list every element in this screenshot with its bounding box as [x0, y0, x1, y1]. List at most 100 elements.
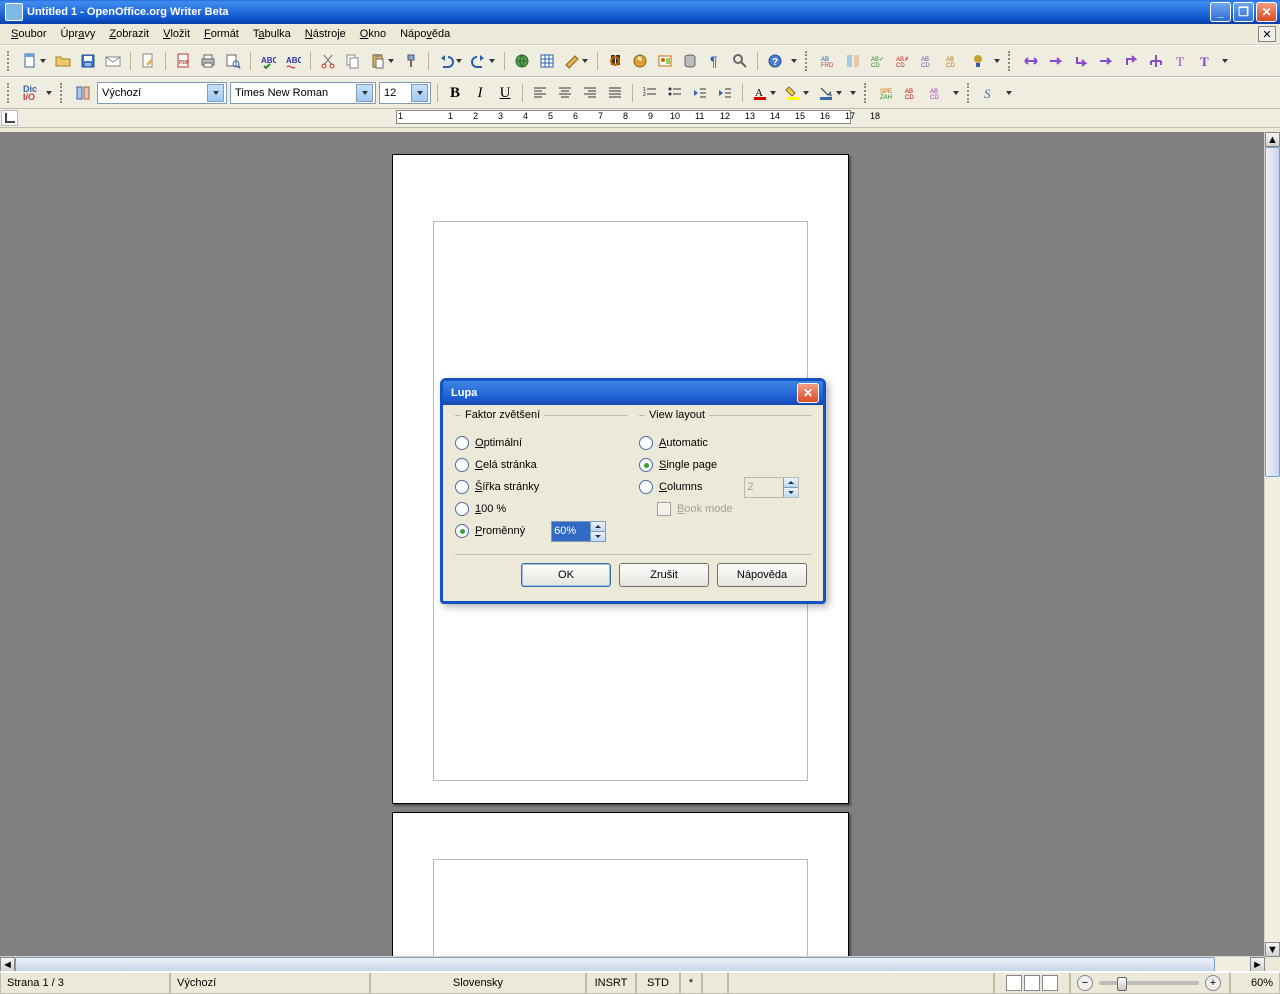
toolbar-overflow-5[interactable] [848, 82, 858, 104]
close-button[interactable]: ✕ [1256, 2, 1277, 22]
status-modified[interactable]: * [680, 972, 702, 994]
ext-arrow-down-right-icon[interactable] [1070, 50, 1092, 72]
zoom-slider-track[interactable] [1099, 981, 1199, 985]
email-button[interactable] [102, 50, 124, 72]
view-single-icon[interactable] [1006, 975, 1022, 991]
find-button[interactable] [604, 50, 626, 72]
ext-find-replace-icon[interactable]: ABFRD [817, 50, 839, 72]
number-list-button[interactable]: 12 [639, 82, 661, 104]
scroll-right-button[interactable]: ► [1250, 957, 1265, 972]
ext-spe-icon[interactable]: SPEZAH [876, 82, 898, 104]
dialog-ok-button[interactable]: OK [521, 563, 611, 587]
ext-record-changes-icon[interactable] [967, 50, 989, 72]
vscroll-thumb[interactable] [1265, 147, 1280, 477]
print-preview-button[interactable] [222, 50, 244, 72]
ext-arrow-both-icon[interactable] [1020, 50, 1042, 72]
variable-zoom-spinner[interactable] [551, 521, 606, 542]
ext-compare-icon[interactable]: ABCD [917, 50, 939, 72]
scroll-down-button[interactable]: ▼ [1265, 942, 1280, 957]
hyperlink-button[interactable] [511, 50, 533, 72]
cut-button[interactable] [317, 50, 339, 72]
italic-button[interactable]: I [469, 82, 491, 104]
increase-indent-button[interactable] [714, 82, 736, 104]
menu-insert[interactable]: Vložit [156, 26, 197, 42]
ext-abcd-2-icon[interactable]: ABCD [926, 82, 948, 104]
underline-button[interactable]: U [494, 82, 516, 104]
ext-script-icon[interactable]: S [979, 82, 1001, 104]
nonprinting-button[interactable]: ¶ [704, 50, 726, 72]
ext-abcd-icon[interactable]: ABCD [901, 82, 923, 104]
dialog-titlebar[interactable]: Lupa ✕ [443, 381, 823, 405]
font-name-combo[interactable]: Times New Roman [230, 82, 376, 104]
justify-button[interactable] [604, 82, 626, 104]
zoom-button[interactable] [729, 50, 751, 72]
toolbar-overflow-3[interactable] [1220, 50, 1230, 72]
paste-button[interactable] [367, 50, 397, 72]
view-book-icon[interactable] [1042, 975, 1058, 991]
toolbar-overflow-2[interactable] [992, 50, 1002, 72]
decrease-indent-button[interactable] [689, 82, 711, 104]
autospell-button[interactable]: ABC [282, 50, 304, 72]
bullet-list-button[interactable] [664, 82, 686, 104]
status-zoom-slider[interactable]: − + [1070, 972, 1230, 994]
ext-arrow-up-right-icon[interactable] [1120, 50, 1142, 72]
bold-button[interactable]: B [444, 82, 466, 104]
format-paintbrush-button[interactable] [400, 50, 422, 72]
save-button[interactable] [77, 50, 99, 72]
status-language[interactable]: Slovensky [370, 972, 586, 994]
toolbar-grip-5[interactable] [60, 83, 66, 103]
redo-button[interactable] [468, 50, 498, 72]
edit-file-button[interactable] [137, 50, 159, 72]
horizontal-scrollbar[interactable]: ◄ ► [0, 956, 1265, 972]
align-left-button[interactable] [529, 82, 551, 104]
dialog-cancel-button[interactable]: Zrušit [619, 563, 709, 587]
menu-format[interactable]: Formát [197, 26, 246, 42]
ext-text-bold-icon[interactable]: T [1195, 50, 1217, 72]
show-draw-button[interactable] [561, 50, 591, 72]
toolbar-overflow[interactable] [789, 50, 799, 72]
menu-view[interactable]: Zobrazit [102, 26, 156, 42]
undo-button[interactable] [435, 50, 465, 72]
vertical-scrollbar[interactable]: ▲ ▼ [1264, 132, 1280, 957]
document-close-button[interactable]: ✕ [1258, 26, 1276, 42]
new-document-button[interactable] [19, 50, 49, 72]
horizontal-ruler[interactable]: 1234567891011121314151617181 [19, 109, 1280, 127]
menu-edit[interactable]: Úpravy [53, 26, 102, 42]
gallery-button[interactable] [654, 50, 676, 72]
datasources-button[interactable] [679, 50, 701, 72]
toolbar-grip-4[interactable] [7, 83, 13, 103]
toolbar-grip-6[interactable] [864, 83, 870, 103]
radio-single-page[interactable]: Single page [639, 454, 811, 476]
font-color-button[interactable]: A [749, 82, 779, 104]
toolbar-grip-3[interactable] [1008, 51, 1014, 71]
help-button[interactable]: ? [764, 50, 786, 72]
status-page[interactable]: Strana 1 / 3 [0, 972, 170, 994]
radio-whole-page[interactable]: Celá stránka [455, 454, 627, 476]
ext-arrow-right-2-icon[interactable] [1095, 50, 1117, 72]
radio-optimal[interactable]: Optimální [455, 432, 627, 454]
menu-file[interactable]: Sdocument.currentScript.previousElementS… [4, 26, 53, 42]
toolbar-grip[interactable] [7, 51, 13, 71]
menu-table[interactable]: Tabulka [246, 26, 298, 42]
paragraph-style-combo[interactable]: Výchozí [97, 82, 227, 104]
status-zoom-value[interactable]: 60% [1230, 972, 1280, 994]
ext-text-icon[interactable]: T [1170, 50, 1192, 72]
toolbar-grip-2[interactable] [805, 51, 811, 71]
toolbar-overflow-6[interactable] [951, 82, 961, 104]
status-selection-mode[interactable]: STD [636, 972, 680, 994]
ext-tree-icon[interactable] [1145, 50, 1167, 72]
radio-page-width[interactable]: Šířka stránky [455, 476, 627, 498]
zoom-in-icon[interactable]: + [1205, 975, 1221, 991]
ext-arrow-right-icon[interactable] [1045, 50, 1067, 72]
radio-automatic[interactable]: Automatic [639, 432, 811, 454]
toolbar-overflow-7[interactable] [1004, 82, 1014, 104]
ext-accept-change-icon[interactable]: AB✓CD [867, 50, 889, 72]
align-right-button[interactable] [579, 82, 601, 104]
view-multi-icon[interactable] [1024, 975, 1040, 991]
dic-button[interactable]: DicI/O [19, 82, 41, 104]
background-color-button[interactable] [815, 82, 845, 104]
radio-100[interactable]: 100 % [455, 498, 627, 520]
menu-window[interactable]: Okno [353, 26, 393, 42]
scroll-left-button[interactable]: ◄ [0, 957, 15, 972]
ext-reject-change-icon[interactable]: AB✗CD [892, 50, 914, 72]
